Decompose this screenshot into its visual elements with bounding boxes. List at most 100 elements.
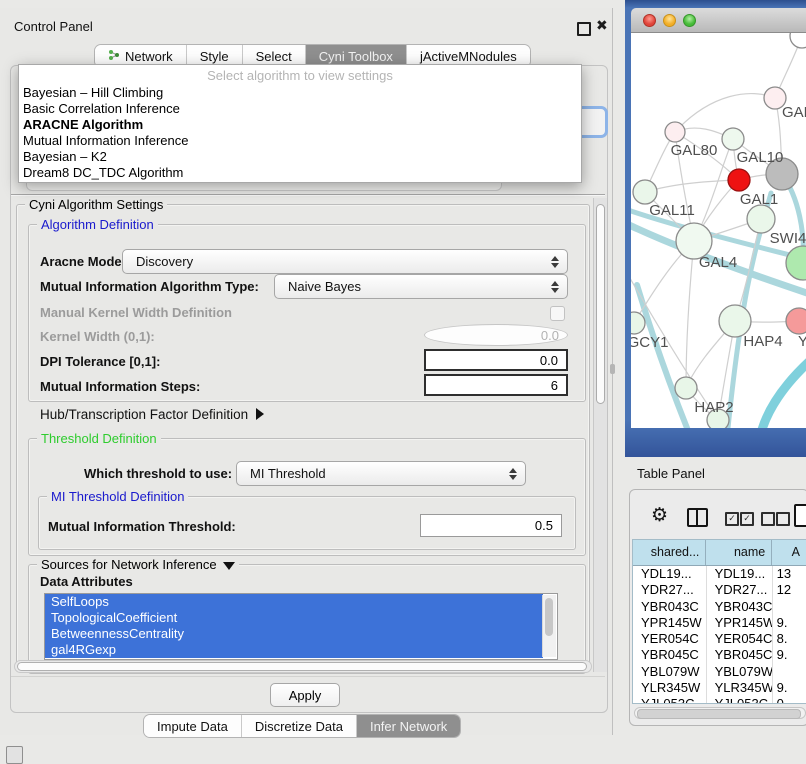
tab-infer-network[interactable]: Infer Network — [356, 715, 460, 737]
tab-label: Cyni Toolbox — [319, 49, 393, 64]
minimize-traffic-button[interactable] — [663, 14, 676, 27]
mi-steps-label: Mutual Information Steps: — [40, 379, 200, 394]
column-header[interactable]: name — [706, 540, 772, 565]
dock-panel-icon[interactable] — [6, 746, 23, 764]
mi-threshold-field[interactable] — [420, 514, 562, 537]
checked-box-icon[interactable]: ✓ — [725, 512, 739, 526]
mi-steps-field[interactable] — [424, 374, 568, 396]
table-row[interactable]: YBR045CYBR045C9. — [633, 647, 806, 663]
data-attributes-label: Data Attributes — [40, 574, 133, 589]
column-header[interactable]: shared... — [633, 540, 706, 565]
tab-label: Impute Data — [157, 719, 228, 734]
expand-right-icon — [256, 408, 264, 420]
cyni-mode-tabs: Impute Data Discretize DataInfer Network — [144, 715, 460, 737]
checked-box-icon[interactable]: ✓ — [740, 512, 754, 526]
dpi-tolerance-field[interactable] — [424, 349, 568, 371]
table-row[interactable]: YPR145WYPR145W9. — [633, 615, 806, 631]
apply-button[interactable]: Apply — [270, 683, 340, 707]
list-scrollbar[interactable] — [542, 595, 556, 657]
which-threshold-select[interactable]: MI Threshold — [236, 461, 526, 486]
scrollbar-thumb[interactable] — [17, 662, 587, 671]
network-node[interactable] — [631, 312, 645, 334]
panel-splitter-handle[interactable] — [610, 364, 615, 374]
table-row[interactable]: YLR345WYLR345W9. — [633, 680, 806, 696]
table-row[interactable]: YER054CYER054C8. — [633, 631, 806, 647]
network-canvas[interactable]: GAL80GALGAL10GAL1GAL11SWI4GAL4GCY1HAP4YH… — [631, 33, 806, 428]
table-cell: YPR145W — [707, 615, 773, 631]
settings-hscrollbar[interactable] — [14, 660, 592, 673]
hub-definition-toggle[interactable]: Hub/Transcription Factor Definition — [40, 407, 264, 422]
tab-discretize-data[interactable]: Discretize Data — [241, 715, 356, 737]
node-table[interactable]: shared...nameA YDL19...YDL19...13YDR27..… — [632, 539, 806, 704]
network-edge — [686, 241, 694, 388]
float-window-icon[interactable] — [577, 22, 591, 36]
node-label: Y — [798, 333, 806, 350]
manual-kernel-checkbox[interactable] — [550, 306, 565, 321]
table-hscrollbar[interactable] — [634, 707, 806, 719]
column-header[interactable]: A — [772, 540, 806, 565]
close-icon[interactable]: ✖ — [596, 17, 608, 34]
network-node[interactable] — [786, 246, 806, 280]
algorithm-option[interactable]: Basic Correlation Inference — [19, 101, 581, 117]
scrollbar-thumb[interactable] — [637, 709, 801, 719]
network-node[interactable] — [747, 205, 775, 233]
table-cell: YLR345W — [707, 680, 773, 696]
aracne-mode-label: Aracne Mode: — [40, 254, 126, 269]
kernel-width-label: Kernel Width (0,1): — [40, 329, 155, 344]
algorithm-option[interactable]: Dream8 DC_TDC Algorithm — [19, 165, 581, 181]
network-edge — [761, 358, 806, 428]
tab-impute-data[interactable]: Impute Data — [144, 715, 241, 737]
gear-icon[interactable]: ⚙ — [651, 504, 668, 527]
table-row[interactable]: YJL053CYJL053C0. — [633, 696, 806, 704]
algorithm-option[interactable]: Bayesian – Hill Climbing — [19, 85, 581, 101]
network-node[interactable] — [728, 169, 750, 191]
table-cell: YER054C — [633, 631, 707, 647]
tab-label: Select — [256, 49, 292, 64]
aracne-mode-select[interactable]: Discovery — [122, 249, 568, 274]
network-window-titlebar[interactable] — [631, 8, 806, 33]
unchecked-box-icon[interactable] — [761, 512, 775, 526]
network-node[interactable] — [675, 377, 697, 399]
table-cell: YBR043C — [633, 599, 707, 615]
algorithm-option[interactable]: ARACNE Algorithm — [19, 117, 581, 133]
algorithm-placeholder: Select algorithm to view settings — [19, 65, 581, 85]
control-panel: Control Panel ✖ NetworkStyleSelectCyni T… — [0, 8, 613, 735]
table-cell: 12 — [773, 582, 806, 598]
table-row[interactable]: YDR27...YDR27...12 — [633, 582, 806, 598]
table-row[interactable]: YDL19...YDL19...13 — [633, 566, 806, 582]
table-cell: 9. — [773, 680, 806, 696]
spinner-arrows-icon — [551, 256, 559, 268]
unchecked-box-icon[interactable] — [776, 512, 790, 526]
network-node[interactable] — [790, 33, 806, 48]
sources-group-title[interactable]: Sources for Network Inference — [37, 557, 239, 572]
network-node[interactable] — [786, 308, 806, 334]
table-row[interactable]: YBR043CYBR043C — [633, 599, 806, 615]
algorithm-option[interactable]: Mutual Information Inference — [19, 133, 581, 149]
table-cell: YBL079W — [707, 664, 773, 680]
attribute-item[interactable]: TopologicalCoefficient — [45, 610, 543, 626]
zoom-traffic-button[interactable] — [683, 14, 696, 27]
kernel-width-field[interactable] — [424, 324, 568, 346]
mi-type-label: Mutual Information Algorithm Type: — [40, 279, 259, 294]
tab-label: Network — [125, 49, 173, 64]
attribute-item[interactable]: SelfLoops — [45, 594, 543, 610]
split-view-icon[interactable] — [687, 508, 708, 527]
attribute-item[interactable]: BetweennessCentrality — [45, 626, 543, 642]
mi-type-select[interactable]: Naive Bayes — [274, 274, 568, 299]
algorithm-option[interactable]: Bayesian – K2 — [19, 149, 581, 165]
dpi-tolerance-label: DPI Tolerance [0,1]: — [40, 354, 160, 369]
collapse-down-icon — [223, 562, 235, 570]
scrollbar-thumb[interactable] — [596, 204, 605, 404]
spinner-arrows-icon — [509, 468, 517, 480]
settings-scrollbar[interactable] — [593, 198, 607, 672]
attribute-item[interactable]: gal4RGexp — [45, 642, 543, 658]
table-cell — [773, 664, 806, 680]
network-window: GAL80GALGAL10GAL1GAL11SWI4GAL4GCY1HAP4YH… — [625, 0, 806, 457]
table-row[interactable]: YBL079WYBL079W — [633, 664, 806, 680]
document-icon[interactable] — [794, 504, 806, 527]
network-node[interactable] — [665, 122, 685, 142]
network-edge — [675, 94, 775, 132]
close-traffic-button[interactable] — [643, 14, 656, 27]
network-node[interactable] — [633, 180, 657, 204]
network-node[interactable] — [722, 128, 744, 150]
